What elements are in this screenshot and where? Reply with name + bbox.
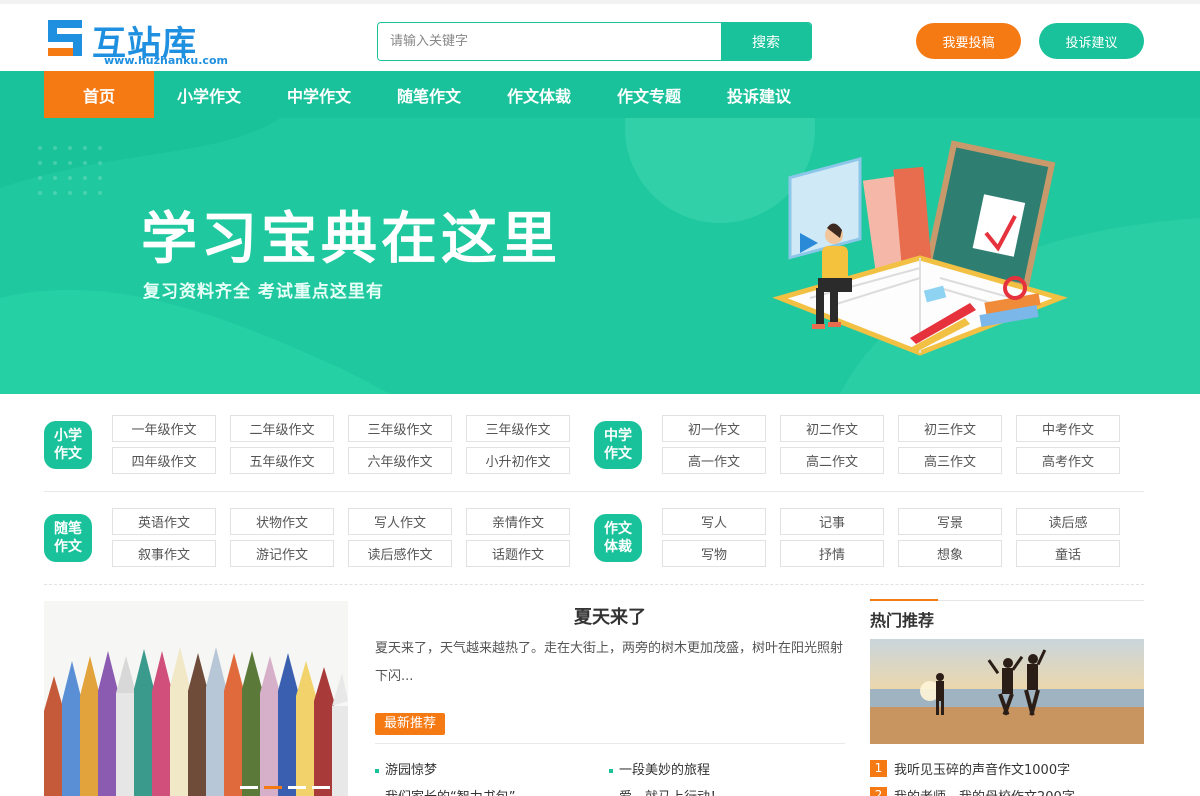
- category-link[interactable]: 抒情: [780, 540, 884, 567]
- hot-list-item-text: 我听见玉碎的声音作文1000字: [894, 763, 1071, 778]
- hot-recommend-title: 热门推荐: [870, 611, 935, 630]
- category-link[interactable]: 写人作文: [348, 508, 452, 535]
- latest-recommend-tag: 最新推荐: [375, 713, 446, 735]
- category-link[interactable]: 亲情作文: [466, 508, 570, 535]
- category-link[interactable]: 六年级作文: [348, 447, 452, 474]
- category-link[interactable]: 读后感: [1016, 508, 1120, 535]
- middle-essay-badge[interactable]: 中学 作文: [594, 421, 642, 469]
- featured-article-title[interactable]: 夏天来了: [375, 603, 845, 629]
- hot-list-item-text: 我的老师，我的母校作文200字: [894, 786, 1075, 796]
- section-divider: [44, 584, 1144, 585]
- rank-badge: 2: [870, 787, 887, 796]
- beach-photo: [870, 639, 1144, 744]
- nav-item-essay-notes[interactable]: 随笔作文: [374, 71, 484, 118]
- category-link[interactable]: 二年级作文: [230, 415, 334, 442]
- category-link[interactable]: 小升初作文: [466, 447, 570, 474]
- category-link[interactable]: 英语作文: [112, 508, 216, 535]
- latest-list-item[interactable]: 游园惊梦: [375, 759, 437, 778]
- category-link[interactable]: 高一作文: [662, 447, 766, 474]
- category-link[interactable]: 写物: [662, 540, 766, 567]
- featured-article-excerpt: 夏天来了，天气越来越热了。走在大街上，两旁的树木更加茂盛，树叶在阳光照射下闪..…: [375, 641, 844, 684]
- banner-title: 学习宝典在这里: [141, 207, 561, 272]
- category-link[interactable]: 写人: [662, 508, 766, 535]
- category-link[interactable]: 三年级作文: [466, 415, 570, 442]
- category-link[interactable]: 高三作文: [898, 447, 1002, 474]
- search-input[interactable]: [378, 23, 721, 60]
- primary-essay-badge[interactable]: 小学 作文: [44, 421, 92, 469]
- study-illustration-icon: [772, 140, 1068, 356]
- category-link[interactable]: 想象: [898, 540, 1002, 567]
- nav-item-essay-topics[interactable]: 作文专题: [594, 71, 704, 118]
- category-link[interactable]: 初二作文: [780, 415, 884, 442]
- main-nav: 首页 小学作文 中学作文 随笔作文 作文体裁 作文专题 投诉建议: [0, 71, 1200, 118]
- search-bar: 搜索: [377, 22, 812, 61]
- latest-list-item[interactable]: 爱，就马上行动！: [609, 786, 723, 796]
- slider-dot[interactable]: [288, 786, 306, 789]
- category-link[interactable]: 高考作文: [1016, 447, 1120, 474]
- site-header: 互站库 www.huzhanku.com 搜索 我要投稿 投诉建议: [0, 0, 1200, 71]
- search-button[interactable]: 搜索: [721, 23, 811, 60]
- category-link[interactable]: 叙事作文: [112, 540, 216, 567]
- latest-list-item[interactable]: 我们家长的“智力书包”: [375, 786, 515, 796]
- category-link[interactable]: 读后感作文: [348, 540, 452, 567]
- banner-subtitle: 复习资料齐全 考试重点这里有: [143, 282, 384, 302]
- nav-item-home[interactable]: 首页: [44, 71, 154, 118]
- slider-dot-active[interactable]: [264, 786, 282, 789]
- hot-list-item[interactable]: 2 我的老师，我的母校作文200字: [870, 786, 1075, 796]
- essay-genre-badge[interactable]: 作文 体裁: [594, 514, 642, 562]
- section-divider: [44, 491, 1144, 492]
- category-link[interactable]: 话题作文: [466, 540, 570, 567]
- feature-slider-image[interactable]: [44, 601, 348, 796]
- feedback-button[interactable]: 投诉建议: [1039, 23, 1144, 59]
- category-link[interactable]: 童话: [1016, 540, 1120, 567]
- rank-badge: 1: [870, 760, 887, 777]
- category-link[interactable]: 五年级作文: [230, 447, 334, 474]
- slider-dot[interactable]: [240, 786, 258, 789]
- nav-item-essay-genre[interactable]: 作文体裁: [484, 71, 594, 118]
- logo-url: www.huzhanku.com: [104, 54, 228, 67]
- category-link[interactable]: 状物作文: [230, 508, 334, 535]
- category-link[interactable]: 四年级作文: [112, 447, 216, 474]
- category-link[interactable]: 中考作文: [1016, 415, 1120, 442]
- category-row-2: 随笔 作文 英语作文 状物作文 写人作文 亲情作文 叙事作文 游记作文 读后感作文…: [44, 505, 1144, 567]
- category-row-1: 小学 作文 一年级作文 二年级作文 三年级作文 三年级作文 四年级作文 五年级作文…: [44, 412, 1144, 474]
- latest-list-item[interactable]: 一段美妙的旅程: [609, 759, 710, 778]
- category-link[interactable]: 初三作文: [898, 415, 1002, 442]
- hot-recommend-image[interactable]: [870, 639, 1144, 744]
- hot-list-item[interactable]: 1 我听见玉碎的声音作文1000字: [870, 759, 1070, 778]
- category-link[interactable]: 记事: [780, 508, 884, 535]
- nav-item-primary-essay[interactable]: 小学作文: [154, 71, 264, 118]
- category-link[interactable]: 写景: [898, 508, 1002, 535]
- category-link[interactable]: 三年级作文: [348, 415, 452, 442]
- hot-header-accent: [870, 599, 938, 601]
- slider-dot[interactable]: [312, 786, 330, 789]
- latest-divider: [375, 743, 845, 744]
- category-link[interactable]: 初一作文: [662, 415, 766, 442]
- hero-banner[interactable]: 学习宝典在这里 复习资料齐全 考试重点这里有: [0, 118, 1200, 394]
- logo-mark-icon: [48, 20, 82, 56]
- category-link[interactable]: 高二作文: [780, 447, 884, 474]
- pencils-photo: [44, 601, 348, 796]
- nav-item-feedback[interactable]: 投诉建议: [704, 71, 814, 118]
- submit-article-button[interactable]: 我要投稿: [916, 23, 1021, 59]
- site-logo[interactable]: 互站库 www.huzhanku.com: [44, 18, 228, 67]
- essay-notes-badge[interactable]: 随笔 作文: [44, 514, 92, 562]
- category-link[interactable]: 一年级作文: [112, 415, 216, 442]
- nav-item-middle-essay[interactable]: 中学作文: [264, 71, 374, 118]
- category-link[interactable]: 游记作文: [230, 540, 334, 567]
